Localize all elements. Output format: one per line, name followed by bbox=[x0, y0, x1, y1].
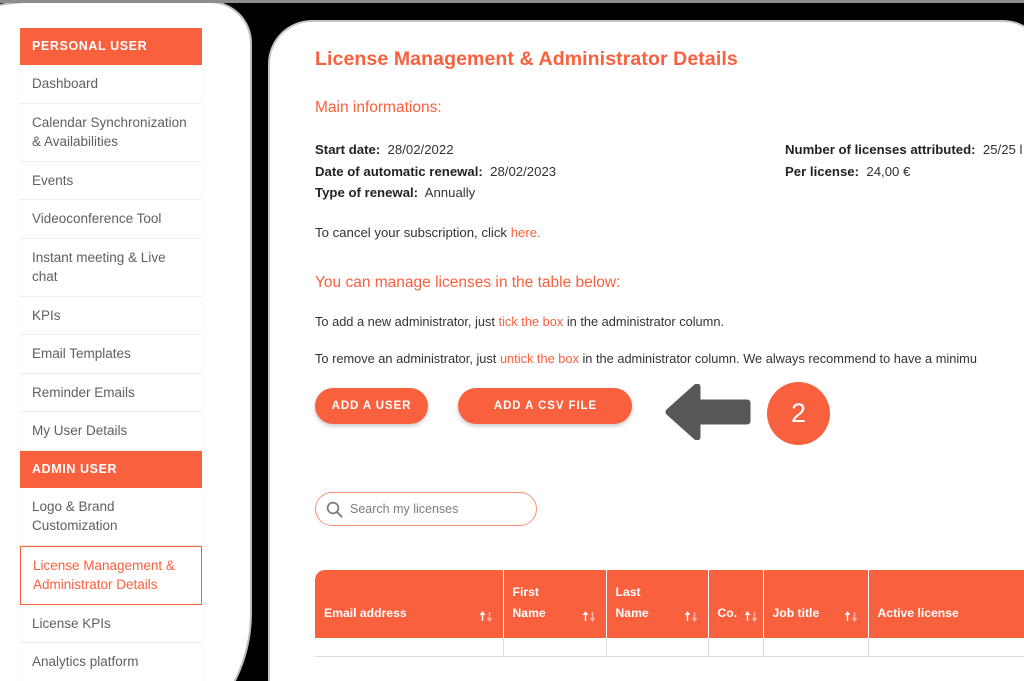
tick-the-box-accent: tick the box bbox=[498, 314, 564, 329]
license-info-line: Number of licenses attributed: 25/25 l bbox=[785, 139, 1022, 161]
license-info-grid: Start date: 28/02/2022 Date of automatic … bbox=[315, 139, 1024, 213]
search-input[interactable] bbox=[350, 502, 515, 516]
table-cell bbox=[503, 638, 607, 657]
table-cell bbox=[708, 638, 764, 657]
sidebar-item-analytics-platform[interactable]: Analytics platform bbox=[20, 643, 202, 681]
cancel-subscription-link[interactable]: here. bbox=[511, 225, 541, 240]
main-informations-heading: Main informations: bbox=[315, 99, 442, 116]
license-info-value: 24,00 € bbox=[859, 163, 911, 179]
license-info-label: Type of renewal: bbox=[315, 185, 419, 200]
table-header-last-name[interactable]: Last Name bbox=[606, 570, 709, 638]
add-admin-text-after: in the administrator column. bbox=[563, 314, 725, 329]
page-title: License Management & Administrator Detai… bbox=[315, 48, 738, 70]
table-header-active-license: Active license bbox=[868, 570, 1024, 638]
license-info-value: 25/25 l bbox=[975, 142, 1023, 157]
sidebar-item-email-templates[interactable]: Email Templates bbox=[20, 335, 202, 374]
sidebar-item-license-management[interactable]: License Management & Administrator Detai… bbox=[20, 545, 202, 605]
table-row bbox=[315, 638, 1024, 657]
sort-arrows-icon[interactable] bbox=[683, 610, 699, 623]
sidebar-item-license-kpis[interactable]: License KPIs bbox=[20, 604, 202, 643]
license-info-label: Start date: bbox=[315, 142, 381, 157]
add-a-user-button[interactable]: ADD A USER bbox=[315, 388, 428, 424]
license-info-value: 28/02/2023 bbox=[482, 163, 557, 179]
table-header-label: First Name bbox=[512, 585, 546, 620]
table-cell bbox=[868, 638, 1024, 657]
table-header-first-name[interactable]: First Name bbox=[503, 570, 607, 638]
table-header-label: Active license bbox=[877, 606, 959, 620]
table-header-label: Last Name bbox=[615, 585, 649, 620]
sidebar-item-kpis[interactable]: KPIs bbox=[20, 296, 202, 335]
sidebar-item-instant-meeting[interactable]: Instant meeting & Live chat bbox=[20, 238, 202, 297]
add-a-csv-file-button[interactable]: ADD A CSV FILE bbox=[458, 388, 633, 424]
top-edge-rule bbox=[0, 0, 1024, 3]
license-info-label: Number of licenses attributed: bbox=[785, 142, 976, 157]
license-info-value: Annually bbox=[418, 185, 476, 200]
remove-administrator-instruction: To remove an administrator, just untick … bbox=[315, 351, 1024, 366]
table-cell bbox=[763, 638, 869, 657]
search-icon bbox=[326, 501, 343, 518]
license-info-line: Start date: 28/02/2022 bbox=[315, 139, 556, 161]
table-header-job-title[interactable]: Job title bbox=[763, 570, 869, 638]
sort-arrows-icon[interactable] bbox=[478, 610, 494, 623]
sidebar-item-videoconference-tool[interactable]: Videoconference Tool bbox=[20, 200, 202, 239]
table-header-company[interactable]: Co. bbox=[708, 570, 764, 638]
license-info-left-column: Start date: 28/02/2022 Date of automatic … bbox=[315, 139, 556, 204]
license-info-line: Date of automatic renewal: 28/02/2023 bbox=[315, 161, 556, 183]
sidebar-item-my-user-details[interactable]: My User Details bbox=[20, 412, 202, 451]
sort-arrows-icon[interactable] bbox=[843, 610, 859, 623]
table-header-label: Co. bbox=[717, 606, 738, 620]
license-info-value: 28/02/2022 bbox=[380, 142, 454, 157]
sidebar-section-admin-user: ADMIN USER bbox=[20, 450, 202, 488]
sidebar-card: PERSONAL USER Dashboard Calendar Synchroni… bbox=[0, 3, 250, 681]
sidebar-item-logo-brand-customization[interactable]: Logo & Brand Customization bbox=[20, 487, 202, 546]
table-header-row: Email address First Name Last Name Co. Job t… bbox=[315, 570, 1024, 638]
license-info-line: Type of renewal: Annually bbox=[315, 182, 556, 204]
cancel-subscription-line: To cancel your subscription, click here. bbox=[315, 225, 1024, 240]
step-number-badge: 2 bbox=[767, 382, 830, 445]
license-info-line: Per license: 24,00 € bbox=[785, 161, 1022, 183]
main-content-card: License Management & Administrator Detai… bbox=[270, 22, 1024, 681]
screen: PERSONAL USER Dashboard Calendar Synchroni… bbox=[0, 0, 1024, 681]
add-administrator-instruction: To add a new administrator, just tick th… bbox=[315, 314, 1024, 329]
table-header-email-address[interactable]: Email address bbox=[315, 570, 504, 638]
licenses-table: Email address First Name Last Name Co. Job t… bbox=[315, 570, 1024, 657]
sort-arrows-icon[interactable] bbox=[581, 610, 597, 623]
remove-admin-text-after: in the administrator column. We always r… bbox=[578, 351, 977, 366]
sidebar-item-dashboard[interactable]: Dashboard bbox=[20, 65, 202, 104]
cancel-subscription-text: To cancel your subscription, click bbox=[315, 225, 511, 240]
sort-arrows-icon[interactable] bbox=[743, 610, 759, 623]
table-cell bbox=[315, 638, 504, 657]
license-info-label: Per license: bbox=[785, 163, 860, 179]
add-admin-text-before: To add a new administrator, just bbox=[315, 314, 499, 329]
sidebar-item-calendar-synchronization[interactable]: Calendar Synchronization & Availabilitie… bbox=[20, 103, 202, 162]
sidebar-section-personal-user: PERSONAL USER bbox=[20, 28, 202, 65]
sidebar-navigation: PERSONAL USER Dashboard Calendar Synchroni… bbox=[20, 28, 202, 681]
license-info-label: Date of automatic renewal: bbox=[315, 163, 483, 179]
sidebar-item-events[interactable]: Events bbox=[20, 161, 202, 200]
license-info-right-column: Number of licenses attributed: 25/25 l Pe… bbox=[785, 139, 1022, 182]
table-cell bbox=[606, 638, 709, 657]
search-licenses-box[interactable] bbox=[315, 492, 537, 526]
licenses-table-wrapper: Email address First Name Last Name Co. Job t… bbox=[315, 570, 1024, 657]
left-arrow-annotation-icon bbox=[663, 383, 753, 441]
manage-licenses-heading: You can manage licenses in the table bel… bbox=[315, 274, 621, 291]
sidebar-item-reminder-emails[interactable]: Reminder Emails bbox=[20, 373, 202, 412]
table-header-label: Email address bbox=[324, 606, 407, 620]
untick-the-box-accent: untick the box bbox=[499, 351, 579, 366]
remove-admin-text-before: To remove an administrator, just bbox=[315, 351, 500, 366]
table-header-label: Job title bbox=[772, 606, 820, 620]
action-button-row: ADD A USER ADD A CSV FILE 2 bbox=[315, 382, 1024, 445]
